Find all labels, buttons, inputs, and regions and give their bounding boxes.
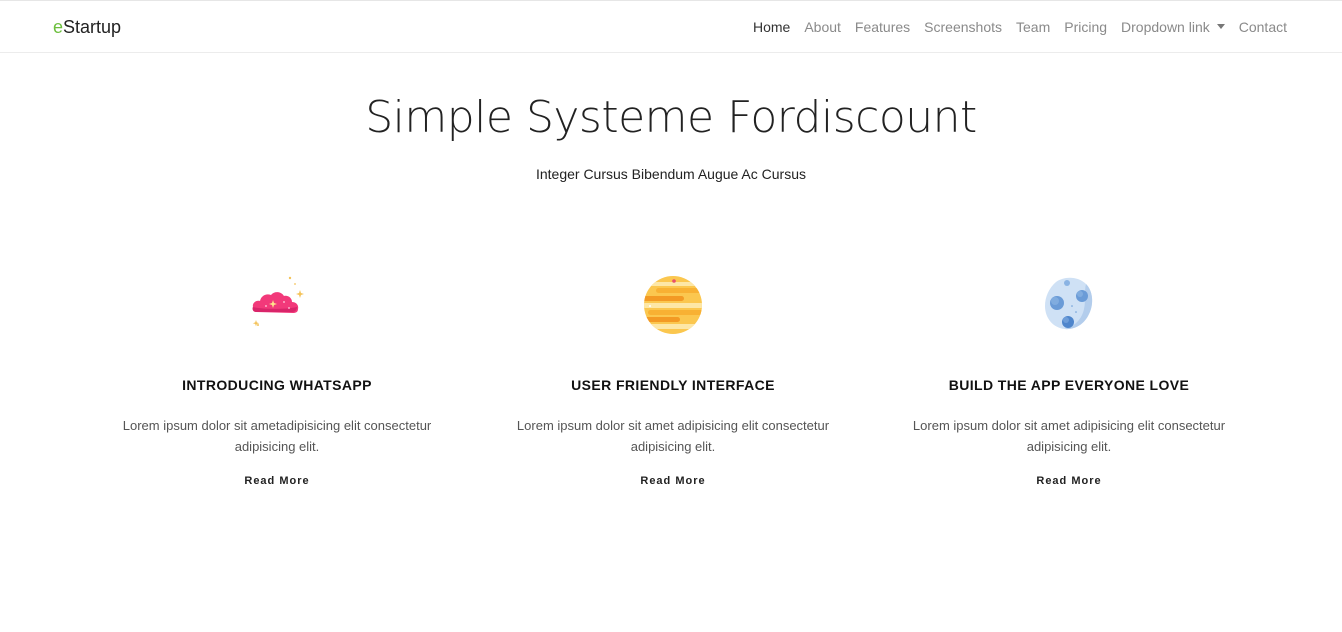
nav-item-team[interactable]: Team	[1016, 19, 1050, 35]
read-more-link[interactable]: Read More	[244, 475, 309, 487]
navbar: eStartup Home About Features Screenshots…	[0, 0, 1342, 53]
nav-item-home[interactable]: Home	[753, 19, 790, 35]
read-more-link[interactable]: Read More	[1036, 475, 1101, 487]
feature-text: Lorem ipsum dolor sit amet adipisicing e…	[912, 418, 1226, 454]
brand-prefix: e	[53, 17, 64, 37]
nav-item-screenshots[interactable]: Screenshots	[924, 19, 1002, 35]
feature-title: INTRODUCING WHATSAPP	[182, 377, 372, 393]
main-nav: Home About Features Screenshots Team Pri…	[739, 1, 1287, 54]
feature-text: Lorem ipsum dolor sit ametadipisicing el…	[122, 418, 432, 454]
feature-title: USER FRIENDLY INTERFACE	[571, 377, 775, 393]
nav-item-about[interactable]: About	[804, 19, 841, 35]
nav-item-pricing[interactable]: Pricing	[1064, 19, 1107, 35]
hero-subtitle: Integer Cursus Bibendum Augue Ac Cursus	[535, 166, 807, 182]
feature-title: BUILD THE APP EVERYONE LOVE	[948, 377, 1190, 393]
nav-item-features[interactable]: Features	[855, 19, 910, 35]
caret-down-icon	[1216, 24, 1225, 29]
feature-card: INTRODUCING WHATSAPP Lorem ipsum dolor s…	[97, 270, 457, 489]
read-more-link[interactable]: Read More	[640, 475, 705, 487]
pink-cloud-icon	[242, 270, 312, 340]
hero-title: Simple Systeme Fordiscount	[365, 92, 977, 143]
feature-text: Lorem ipsum dolor sit amet adipisicing e…	[516, 418, 830, 454]
brand-logo[interactable]: eStartup	[53, 17, 121, 38]
orange-planet-icon	[638, 270, 708, 340]
nav-item-contact[interactable]: Contact	[1239, 19, 1287, 35]
nav-item-dropdown-label: Dropdown link	[1121, 18, 1210, 35]
blue-moon-icon	[1034, 270, 1104, 340]
nav-item-dropdown[interactable]: Dropdown link	[1121, 19, 1225, 35]
brand-name: Startup	[63, 17, 122, 37]
feature-card: USER FRIENDLY INTERFACE Lorem ipsum dolo…	[493, 270, 853, 489]
feature-card: BUILD THE APP EVERYONE LOVE Lorem ipsum …	[889, 270, 1249, 489]
